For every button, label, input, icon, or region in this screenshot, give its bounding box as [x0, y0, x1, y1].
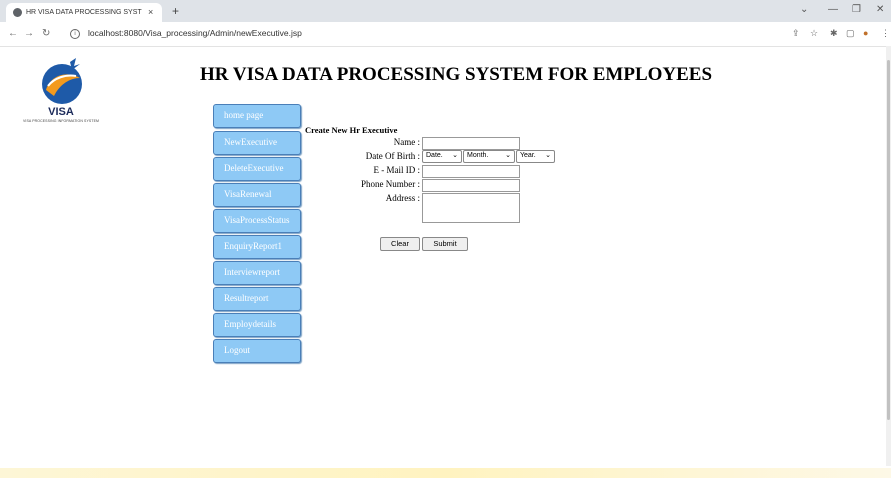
tab-title: HR VISA DATA PROCESSING SYST — [26, 9, 142, 16]
url-text[interactable]: localhost:8080/Visa_processing/Admin/new… — [88, 28, 302, 38]
dob-date-value: Date. — [426, 152, 443, 159]
menu-button-employ-details[interactable]: Employdetails — [213, 313, 301, 337]
menu-label: VisaRenewal — [224, 189, 272, 199]
dob-label: Date Of Birth : — [365, 151, 420, 161]
window-close-icon[interactable]: ✕ — [876, 4, 884, 15]
email-field[interactable] — [422, 165, 520, 178]
dob-date-select[interactable]: Date. ⌄ — [422, 150, 462, 163]
logo-subtitle: VISA PROCESSING INFORMATION SYSTEM — [22, 119, 100, 123]
logo-title: VISA — [48, 106, 74, 118]
address-label: Address : — [385, 193, 420, 203]
browser-tab-bar: HR VISA DATA PROCESSING SYST × + ⌄ — ❐ ✕ — [0, 0, 891, 22]
email-label: E - Mail ID : — [373, 165, 421, 175]
name-input[interactable] — [422, 137, 520, 150]
menu-label: EnquiryReport1 — [224, 241, 282, 251]
menu-button-visa-renewal[interactable]: VisaRenewal — [213, 183, 301, 207]
form-title: Create New Hr Executive — [305, 125, 398, 135]
chevron-down-icon: ⌄ — [545, 152, 551, 159]
dob-year-value: Year. — [520, 152, 536, 159]
back-icon[interactable]: ← — [8, 28, 18, 39]
phone-field[interactable] — [422, 179, 520, 192]
share-icon[interactable]: ⇪ — [792, 28, 800, 39]
menu-button-new-executive[interactable]: NewExecutive — [213, 131, 301, 155]
minimize-icon[interactable]: — — [828, 4, 838, 15]
menu-label: Logout — [224, 345, 250, 355]
tab-search-icon[interactable]: ⌄ — [800, 4, 808, 15]
chevron-down-icon: ⌄ — [505, 152, 511, 159]
menu-label: Interviewreport — [224, 267, 280, 277]
browser-tab[interactable]: HR VISA DATA PROCESSING SYST × — [6, 3, 162, 22]
restore-icon[interactable]: ❐ — [852, 4, 861, 15]
tab-close-button[interactable]: × — [148, 7, 153, 17]
browser-menu-icon[interactable]: ⋮ — [881, 28, 890, 39]
new-tab-button[interactable]: + — [172, 4, 179, 18]
clear-button[interactable]: Clear — [380, 237, 420, 251]
visa-logo-icon — [42, 58, 82, 104]
dob-month-value: Month. — [467, 152, 489, 159]
url-box[interactable]: i localhost:8080/Visa_processing/Admin/n… — [64, 25, 604, 42]
menu-button-result-report[interactable]: Resultreport — [213, 287, 301, 311]
menu-label: VisaProcessStatus — [224, 215, 290, 225]
info-icon[interactable]: i — [70, 29, 80, 39]
bookmark-star-icon[interactable]: ☆ — [810, 28, 818, 39]
name-label: Name : — [393, 137, 420, 147]
forward-icon[interactable]: → — [24, 28, 34, 39]
menu-button-home-page[interactable]: home page — [213, 104, 301, 128]
bottom-strip — [0, 468, 891, 478]
menu-label: Employdetails — [224, 319, 276, 329]
menu-label: DeleteExecutive — [224, 163, 284, 173]
menu-button-delete-executive[interactable]: DeleteExecutive — [213, 157, 301, 181]
sidepanel-icon[interactable]: ▢ — [846, 28, 855, 39]
menu-button-logout[interactable]: Logout — [213, 339, 301, 363]
address-bar: ← → ↻ i localhost:8080/Visa_processing/A… — [0, 22, 891, 47]
menu-label: Resultreport — [224, 293, 269, 303]
chevron-down-icon: ⌄ — [452, 152, 458, 159]
reload-icon[interactable]: ↻ — [42, 28, 50, 39]
extensions-icon[interactable]: ✱ — [830, 28, 838, 39]
menu-button-enquiry-report[interactable]: EnquiryReport1 — [213, 235, 301, 259]
dob-year-select[interactable]: Year. ⌄ — [516, 150, 555, 163]
dob-month-select[interactable]: Month. ⌄ — [463, 150, 515, 163]
submit-button[interactable]: Submit — [422, 237, 468, 251]
globe-icon — [13, 8, 22, 17]
profile-avatar-icon[interactable]: ● — [863, 28, 868, 38]
page-title: HR VISA DATA PROCESSING SYSTEM FOR EMPLO… — [200, 64, 713, 85]
address-textarea[interactable] — [422, 193, 520, 223]
menu-button-visa-process-status[interactable]: VisaProcessStatus — [213, 209, 301, 233]
menu-button-interview-report[interactable]: Interviewreport — [213, 261, 301, 285]
phone-label: Phone Number : — [361, 179, 420, 189]
menu-label: home page — [224, 110, 264, 120]
scrollbar-thumb[interactable] — [887, 60, 890, 420]
menu-label: NewExecutive — [224, 137, 277, 147]
